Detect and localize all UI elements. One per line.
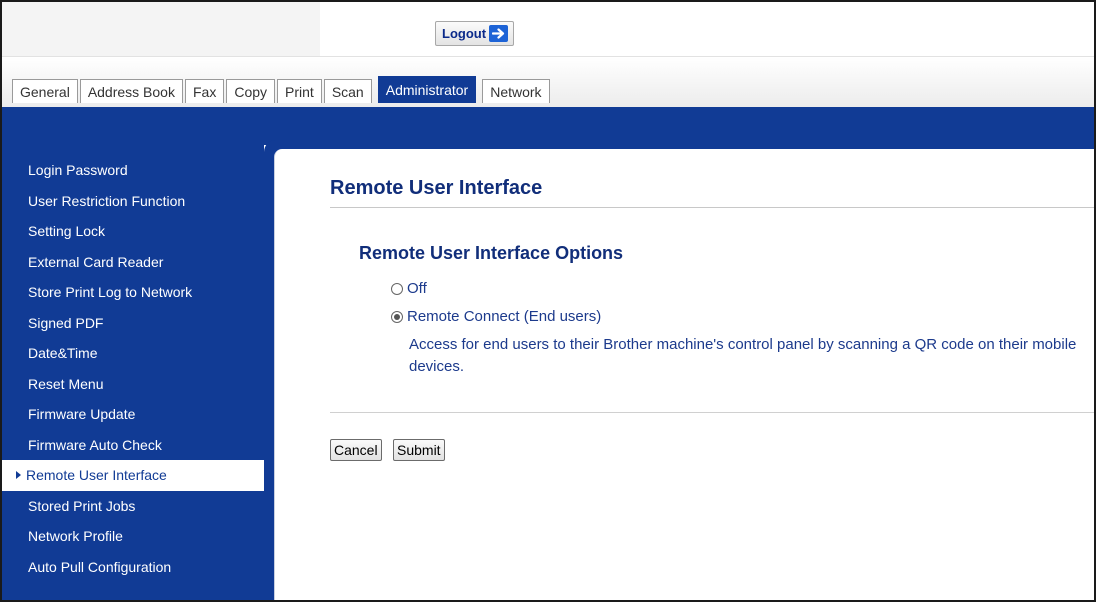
tab-bar: General Address Book Fax Copy Print Scan… [2, 57, 1094, 107]
sidebar-item-label: Network Profile [28, 528, 123, 545]
tab-general[interactable]: General [12, 79, 78, 103]
sidebar-item-stored-print-jobs[interactable]: Stored Print Jobs [2, 491, 264, 522]
sidebar-item-label: User Restriction Function [28, 192, 186, 209]
sidebar-item-label: Setting Lock [28, 223, 106, 240]
radio-remote-connect[interactable] [391, 310, 403, 323]
top-bar: Logout [2, 2, 1094, 57]
tab-administrator[interactable]: Administrator [377, 76, 477, 103]
tab-list: General Address Book Fax Copy Print Scan… [12, 76, 550, 103]
page-title: Remote User Interface [330, 177, 543, 199]
triangle-right-icon [16, 471, 21, 480]
radio-off[interactable] [391, 282, 403, 295]
option-off[interactable]: Off [391, 280, 427, 297]
sidebar-item-label: Store Print Log to Network [28, 284, 193, 301]
sidebar-item-user-restriction-function[interactable]: User Restriction Function [2, 186, 264, 217]
sidebar-item-label: Firmware Update [28, 406, 136, 423]
sidebar-item-label: Login Password [28, 162, 128, 179]
tab-address-book[interactable]: Address Book [79, 79, 183, 103]
option-description: Access for end users to their Brother ma… [409, 336, 1077, 375]
sidebar-item-store-print-log[interactable]: Store Print Log to Network [2, 277, 264, 308]
sidebar: Login Password User Restriction Function… [2, 145, 264, 600]
top-bar-left-panel [2, 2, 320, 57]
option-remote-connect-label: Remote Connect (End users) [407, 308, 602, 325]
sidebar-item-label: Reset Menu [28, 375, 104, 392]
section-title: Remote User Interface Options [359, 243, 624, 263]
submit-button[interactable]: Submit [393, 439, 445, 461]
sidebar-item-label: Auto Pull Configuration [28, 558, 172, 575]
cancel-button[interactable]: Cancel [330, 439, 382, 461]
tab-network[interactable]: Network [482, 79, 550, 103]
logout-button[interactable]: Logout [435, 21, 515, 46]
sidebar-item-external-card-reader[interactable]: External Card Reader [2, 247, 264, 278]
sidebar-item-network-profile[interactable]: Network Profile [2, 521, 264, 552]
sidebar-item-label: Signed PDF [28, 314, 104, 331]
logout-label: Logout [442, 26, 487, 41]
sidebar-item-label: Remote User Interface [26, 467, 167, 484]
sidebar-menu: Login Password User Restriction Function… [2, 155, 264, 582]
sidebar-item-auto-pull-configuration[interactable]: Auto Pull Configuration [2, 552, 264, 583]
browser-frame: Logout General Address Book Fax Copy Pri… [0, 0, 1096, 602]
sidebar-item-firmware-auto-check[interactable]: Firmware Auto Check [2, 430, 264, 461]
sidebar-item-reset-menu[interactable]: Reset Menu [2, 369, 264, 400]
tab-print[interactable]: Print [277, 79, 322, 103]
sidebar-item-signed-pdf[interactable]: Signed PDF [2, 308, 264, 339]
sidebar-item-label: Stored Print Jobs [28, 497, 136, 514]
arrow-right-icon [489, 25, 509, 42]
sidebar-item-label: Date&Time [28, 345, 98, 362]
sidebar-item-setting-lock[interactable]: Setting Lock [2, 216, 264, 247]
tab-fax[interactable]: Fax [184, 79, 225, 103]
tab-copy[interactable]: Copy [226, 79, 276, 103]
sidebar-item-label: Firmware Auto Check [28, 436, 162, 453]
sidebar-item-date-time[interactable]: Date&Time [2, 338, 264, 369]
main-panel: Remote User Interface Remote User Interf… [274, 149, 1094, 600]
title-divider [330, 207, 1094, 208]
sidebar-item-label: External Card Reader [28, 253, 164, 270]
bottom-divider [330, 412, 1094, 413]
sidebar-item-firmware-update[interactable]: Firmware Update [2, 399, 264, 430]
tab-scan[interactable]: Scan [323, 79, 372, 103]
sidebar-item-remote-user-interface[interactable]: Remote User Interface [2, 460, 264, 491]
sidebar-item-login-password[interactable]: Login Password [2, 155, 264, 186]
option-remote-connect[interactable]: Remote Connect (End users) [391, 308, 601, 325]
option-off-label: Off [407, 280, 427, 297]
